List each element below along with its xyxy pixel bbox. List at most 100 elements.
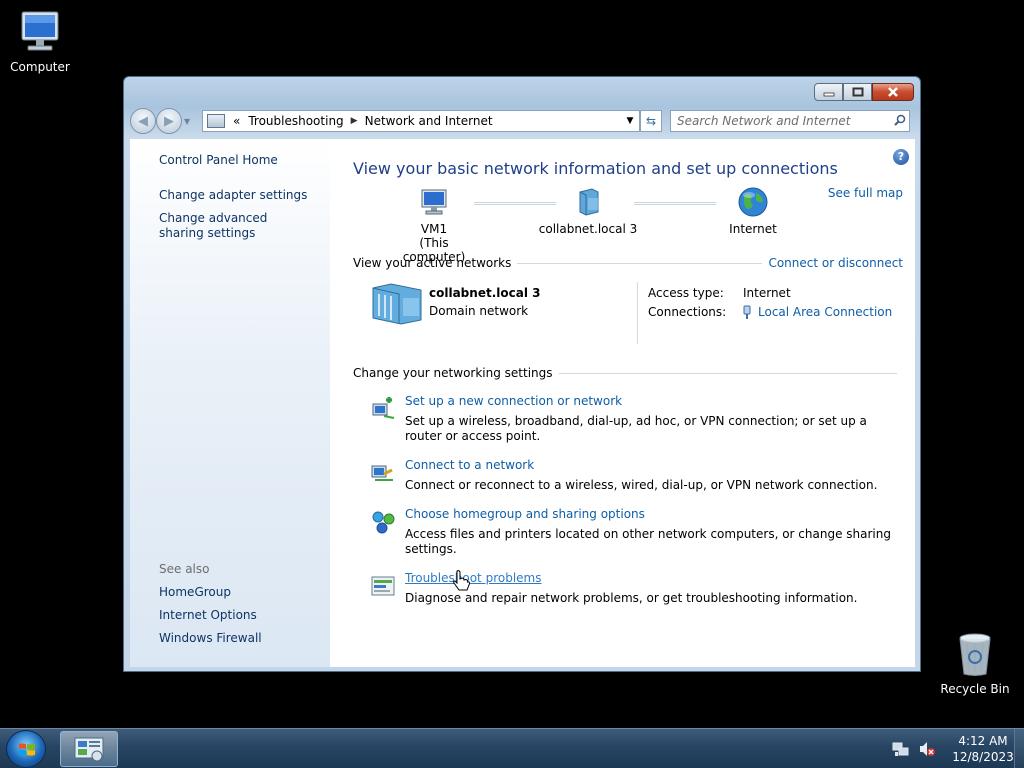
- active-network-info: collabnet.local 3 Domain network: [353, 282, 638, 344]
- task-troubleshoot-desc: Diagnose and repair network problems, or…: [405, 591, 858, 605]
- recent-pages-dropdown[interactable]: ▼: [184, 117, 190, 126]
- new-connection-icon: [372, 397, 395, 419]
- window-controls: [814, 83, 914, 101]
- windows-logo-icon: [19, 743, 35, 756]
- map-connector: [634, 202, 716, 205]
- desktop-recycle-label: Recycle Bin: [940, 682, 1010, 696]
- window-content: Control Panel Home Change adapter settin…: [130, 139, 915, 667]
- active-network-card: collabnet.local 3 Domain network Access …: [353, 282, 915, 344]
- globe-icon: [738, 187, 768, 217]
- local-area-connection-link[interactable]: Local Area Connection: [758, 305, 892, 320]
- map-node-computer-sub: (This computer): [402, 236, 466, 264]
- show-desktop-button[interactable]: [1014, 729, 1024, 768]
- start-button[interactable]: [6, 730, 46, 768]
- maximize-button[interactable]: [843, 83, 872, 101]
- settings-header: Change your networking settings: [353, 366, 903, 380]
- map-node-computer-name: VM1: [420, 222, 448, 236]
- clock-time: 4:12 AM: [958, 734, 1008, 748]
- main-panel: ? View your basic network information an…: [330, 139, 915, 667]
- breadcrumb-network-internet[interactable]: Network and Internet: [361, 114, 497, 128]
- domain-network-icon: [579, 188, 599, 216]
- see-full-map-link[interactable]: See full map: [828, 186, 903, 200]
- divider: [517, 262, 763, 264]
- ethernet-plug-icon: [743, 305, 751, 319]
- control-panel-icon: [74, 737, 104, 762]
- see-also-windows-firewall[interactable]: Windows Firewall: [159, 631, 309, 646]
- troubleshoot-icon: [371, 576, 395, 596]
- desktop-computer-label: Computer: [10, 60, 70, 74]
- breadcrumb-troubleshooting[interactable]: Troubleshooting: [244, 114, 347, 128]
- access-type-value: Internet: [743, 286, 791, 300]
- sidebar: Control Panel Home Change adapter settin…: [130, 139, 330, 667]
- networking-settings-section: Change your networking settings Set up a…: [353, 366, 915, 606]
- see-also-title: See also: [159, 562, 210, 576]
- task-new-connection: Set up a new connection or network Set u…: [353, 394, 915, 444]
- help-icon[interactable]: ?: [893, 149, 909, 165]
- see-also-internet-options[interactable]: Internet Options: [159, 608, 309, 623]
- minimize-icon: [823, 92, 834, 97]
- refresh-icon: ⇆: [645, 114, 657, 128]
- task-troubleshoot-link[interactable]: Troubleshoot problems: [405, 571, 541, 585]
- volume-muted-icon[interactable]: [918, 740, 936, 758]
- back-arrow-icon: ◀: [138, 113, 148, 129]
- maximize-icon: [852, 87, 863, 97]
- computer-icon: [21, 11, 59, 51]
- taskbar-control-panel-button[interactable]: [60, 731, 118, 767]
- breadcrumb-separator-icon[interactable]: ▶: [348, 116, 361, 126]
- sidebar-link-adapter-settings[interactable]: Change adapter settings: [159, 188, 309, 203]
- sidebar-link-advanced-sharing[interactable]: Change advanced sharing settings: [159, 211, 309, 241]
- connections-label: Connections:: [648, 305, 727, 319]
- see-also-section: See also HomeGroup Internet Options Wind…: [159, 562, 309, 654]
- minimize-button[interactable]: [814, 83, 843, 101]
- access-type-label: Access type:: [648, 286, 724, 300]
- homegroup-icon: [372, 511, 395, 534]
- search-box[interactable]: [670, 110, 910, 132]
- forward-arrow-icon: ▶: [164, 113, 174, 129]
- map-node-computer: VM1 (This computer): [389, 186, 479, 264]
- search-input[interactable]: [671, 114, 891, 128]
- search-icon[interactable]: [891, 114, 909, 129]
- clock[interactable]: 4:12 AM 12/8/2023: [952, 733, 1014, 765]
- page-title: View your basic network information and …: [353, 159, 838, 178]
- task-new-connection-desc: Set up a wireless, broadband, dial-up, a…: [405, 414, 867, 443]
- map-node-internet-name: Internet: [729, 222, 777, 236]
- task-homegroup-link[interactable]: Choose homegroup and sharing options: [405, 507, 645, 521]
- clock-date: 12/8/2023: [952, 750, 1014, 764]
- task-troubleshoot: Troubleshoot problems Diagnose and repai…: [353, 571, 915, 606]
- map-node-internet[interactable]: Internet: [708, 186, 798, 236]
- close-icon: [888, 87, 898, 97]
- settings-title: Change your networking settings: [353, 366, 553, 380]
- map-node-domain[interactable]: collabnet.local 3: [533, 186, 643, 236]
- divider: [558, 372, 897, 374]
- control-panel-icon: [207, 114, 225, 128]
- active-network-type[interactable]: Domain network: [429, 304, 540, 318]
- close-button[interactable]: [872, 83, 914, 101]
- see-also-homegroup[interactable]: HomeGroup: [159, 585, 309, 600]
- recycle-bin-icon: [959, 633, 991, 676]
- breadcrumb-overflow[interactable]: «: [229, 114, 244, 128]
- network-tray-icon[interactable]: [892, 740, 910, 758]
- network-map: VM1 (This computer) collabnet.local 3 In…: [353, 186, 903, 264]
- active-network-name: collabnet.local 3: [429, 286, 541, 300]
- task-new-connection-link[interactable]: Set up a new connection or network: [405, 394, 622, 408]
- desktop-recycle-bin[interactable]: Recycle Bin: [935, 630, 1015, 696]
- connect-disconnect-link[interactable]: Connect or disconnect: [768, 256, 903, 270]
- address-bar[interactable]: « Troubleshooting ▶ Network and Internet…: [202, 110, 640, 132]
- desktop-computer-icon[interactable]: Computer: [0, 8, 80, 74]
- active-network-details: Access type: Internet Connections: Local…: [638, 282, 892, 344]
- domain-network-icon: [372, 283, 422, 325]
- task-connect-network-desc: Connect or reconnect to a wireless, wire…: [405, 478, 878, 492]
- address-dropdown-icon[interactable]: ▼: [621, 116, 639, 126]
- refresh-button[interactable]: ⇆: [640, 110, 662, 132]
- forward-button[interactable]: ▶: [156, 108, 182, 134]
- navigation-bar: ◀ ▶ ▼ « Troubleshooting ▶ Network and In…: [130, 107, 914, 135]
- connect-network-icon: [371, 465, 393, 481]
- back-button[interactable]: ◀: [130, 108, 156, 134]
- sidebar-link-control-panel-home[interactable]: Control Panel Home: [159, 153, 309, 168]
- computer-icon: [421, 189, 447, 215]
- map-node-domain-name: collabnet.local 3: [538, 222, 638, 236]
- connections-row: Connections: Local Area Connection: [648, 305, 892, 320]
- nav-arrows: ◀ ▶ ▼: [130, 108, 198, 134]
- task-connect-network: Connect to a network Connect or reconnec…: [353, 458, 915, 493]
- task-connect-network-link[interactable]: Connect to a network: [405, 458, 534, 472]
